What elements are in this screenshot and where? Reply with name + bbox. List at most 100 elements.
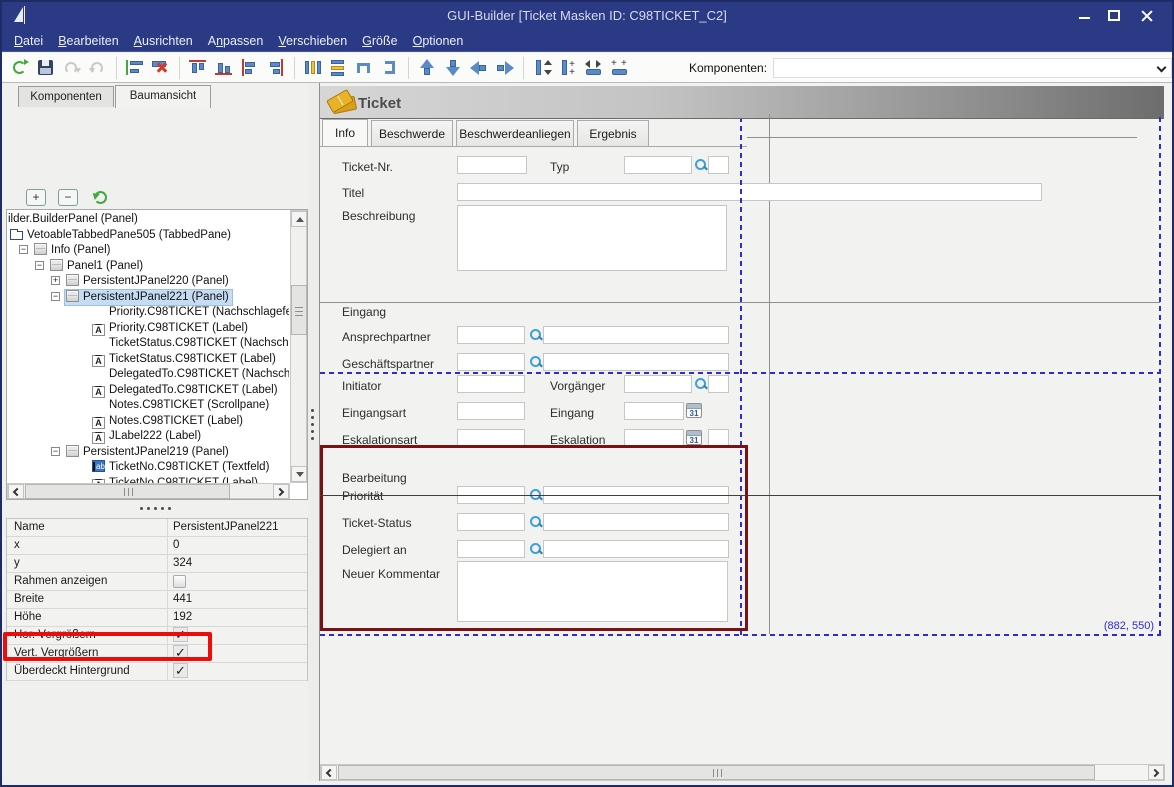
tab-info[interactable]: Info [322, 119, 368, 146]
komponenten-dropdown[interactable] [773, 58, 1172, 78]
distribute-vertical-button[interactable] [326, 56, 350, 80]
collapse-icon[interactable]: − [19, 245, 28, 254]
tree-item[interactable]: DelegatedTo.C98TICKET (Nachsch [7, 367, 289, 382]
tree-item[interactable]: Notes.C98TICKET (Scrollpane) [7, 398, 289, 413]
tree-item[interactable]: JLabel222 (Label) [7, 429, 289, 444]
property-value[interactable]: PersistentJPanel221 [173, 521, 278, 533]
field-typ[interactable] [624, 156, 692, 174]
property-value[interactable]: 192 [173, 611, 192, 623]
tree-item-content[interactable]: TicketStatus.C98TICKET (Label) [91, 352, 279, 367]
menu-datei[interactable]: Datei [14, 34, 43, 48]
field-vorgaenger-extra[interactable] [708, 375, 729, 393]
vscroll-thumb[interactable] [291, 285, 307, 335]
tree-item[interactable]: VetoableTabbedPane505 (TabbedPane) [7, 228, 289, 243]
tree-item-content[interactable]: Notes.C98TICKET (Label) [91, 414, 246, 429]
splitter-grip[interactable] [311, 409, 314, 440]
menu-bearbeiten[interactable]: Bearbeiten [58, 34, 118, 48]
property-value[interactable]: 0 [173, 539, 179, 551]
tree-item[interactable]: TicketNo.C98TICKET (Textfeld) [7, 460, 289, 475]
align-components-button[interactable] [123, 56, 147, 80]
same-height-button[interactable] [378, 56, 402, 80]
panel-splitter[interactable] [308, 83, 320, 781]
scroll-left-button[interactable] [8, 484, 24, 499]
tree-item[interactable]: −PersistentJPanel221 (Panel) [7, 290, 289, 305]
checkbox-checked-icon[interactable]: ✓ [173, 663, 188, 678]
field-geschaeftspartner-name[interactable] [543, 353, 729, 371]
lookup-icon[interactable] [695, 159, 708, 172]
tree-item[interactable]: TicketStatus.C98TICKET (Nachschl [7, 336, 289, 351]
tree-item-content[interactable]: PersistentJPanel220 (Panel) [65, 274, 232, 289]
scroll-left-button[interactable] [321, 765, 337, 780]
tree-item-content[interactable]: VetoableTabbedPane505 (TabbedPane) [9, 228, 234, 243]
expand-icon[interactable]: + [51, 276, 60, 285]
checkbox-unchecked-icon[interactable] [173, 575, 186, 588]
same-width-button[interactable] [352, 56, 376, 80]
scroll-right-button[interactable] [273, 484, 289, 499]
expand-all-button[interactable]: + [26, 189, 46, 206]
scroll-up-button[interactable] [291, 211, 307, 227]
tree-item[interactable]: ilder.BuilderPanel (Panel) [7, 212, 289, 227]
scroll-down-button[interactable] [291, 466, 307, 482]
minimize-button[interactable] [1072, 8, 1098, 24]
tab-beschwerde[interactable]: Beschwerde [371, 120, 453, 146]
tree-item[interactable]: DelegatedTo.C98TICKET (Label) [7, 383, 289, 398]
tree-item[interactable]: −PersistentJPanel219 (Panel) [7, 445, 289, 460]
lookup-icon[interactable] [530, 356, 543, 369]
move-up-button[interactable] [415, 56, 439, 80]
size-width-button[interactable] [582, 56, 606, 80]
field-eingangsart[interactable] [457, 402, 525, 420]
tree-item-content[interactable]: Panel1 (Panel) [49, 259, 146, 274]
save-button[interactable] [34, 56, 58, 80]
size-height-button[interactable] [530, 56, 554, 80]
collapse-icon[interactable]: − [35, 261, 44, 270]
collapse-all-button[interactable]: − [58, 189, 78, 206]
property-value[interactable]: 324 [173, 557, 192, 569]
field-initiator[interactable] [457, 375, 525, 393]
tree-item[interactable]: Priority.C98TICKET (Label) [7, 321, 289, 336]
align-left-button[interactable] [238, 56, 262, 80]
collapse-icon[interactable]: − [51, 292, 60, 301]
field-ticket-nr[interactable] [457, 156, 527, 174]
tree-item-content[interactable]: PersistentJPanel219 (Panel) [65, 445, 232, 460]
tree-item[interactable]: −Info (Panel) [7, 243, 289, 258]
distribute-horizontal-button[interactable] [301, 56, 325, 80]
menu-optionen[interactable]: Optionen [413, 34, 464, 48]
move-down-button[interactable] [441, 56, 465, 80]
menu-anpassen[interactable]: Anpassen [208, 34, 264, 48]
menu-groesse[interactable]: Größe [362, 34, 397, 48]
tree-item-content[interactable]: JLabel222 (Label) [91, 429, 204, 444]
hscroll-thumb[interactable] [338, 765, 1095, 780]
field-vorgaenger[interactable] [624, 375, 692, 393]
close-button[interactable] [1134, 8, 1160, 24]
maximize-button[interactable] [1102, 8, 1128, 24]
field-typ-extra[interactable] [708, 156, 729, 174]
property-value[interactable]: 441 [173, 593, 192, 605]
align-right-button[interactable] [264, 56, 288, 80]
lookup-icon[interactable] [530, 329, 543, 342]
tree-item-content[interactable]: PersistentJPanel221 (Panel) [65, 290, 232, 305]
tab-beschwerdeanliegen[interactable]: Beschwerdeanliegen [456, 120, 574, 146]
align-top-button[interactable] [186, 56, 210, 80]
size-width-alt-button[interactable]: ++ [608, 56, 632, 80]
tree-item-content[interactable]: TicketNo.C98TICKET (Label) [91, 476, 261, 484]
tree-item[interactable]: Notes.C98TICKET (Label) [7, 414, 289, 429]
tab-komponenten[interactable]: Komponenten [18, 86, 114, 107]
tree-item[interactable]: TicketStatus.C98TICKET (Label) [7, 352, 289, 367]
tree-item[interactable]: Priority.C98TICKET (Nachschlagefe [7, 305, 289, 320]
size-height-alt-button[interactable]: ++ [556, 56, 580, 80]
field-ansprechpartner[interactable] [457, 326, 525, 344]
tree-item-content[interactable]: Notes.C98TICKET (Scrollpane) [108, 398, 272, 413]
tree-item-content[interactable]: Priority.C98TICKET (Nachschlagefe [108, 305, 289, 320]
calendar-icon[interactable] [686, 403, 702, 418]
undo-button[interactable] [86, 56, 110, 80]
menu-verschieben[interactable]: Verschieben [278, 34, 347, 48]
scroll-right-button[interactable] [1148, 765, 1164, 780]
move-right-button[interactable] [493, 56, 517, 80]
hscroll-thumb[interactable] [25, 484, 230, 499]
collapse-icon[interactable]: − [51, 447, 60, 456]
tree-item-content[interactable]: Priority.C98TICKET (Label) [91, 321, 251, 336]
lookup-icon[interactable] [695, 378, 708, 391]
align-bottom-button[interactable] [212, 56, 236, 80]
menu-ausrichten[interactable]: Ausrichten [134, 34, 193, 48]
tree-item-content[interactable]: TicketStatus.C98TICKET (Nachschl [108, 336, 289, 351]
